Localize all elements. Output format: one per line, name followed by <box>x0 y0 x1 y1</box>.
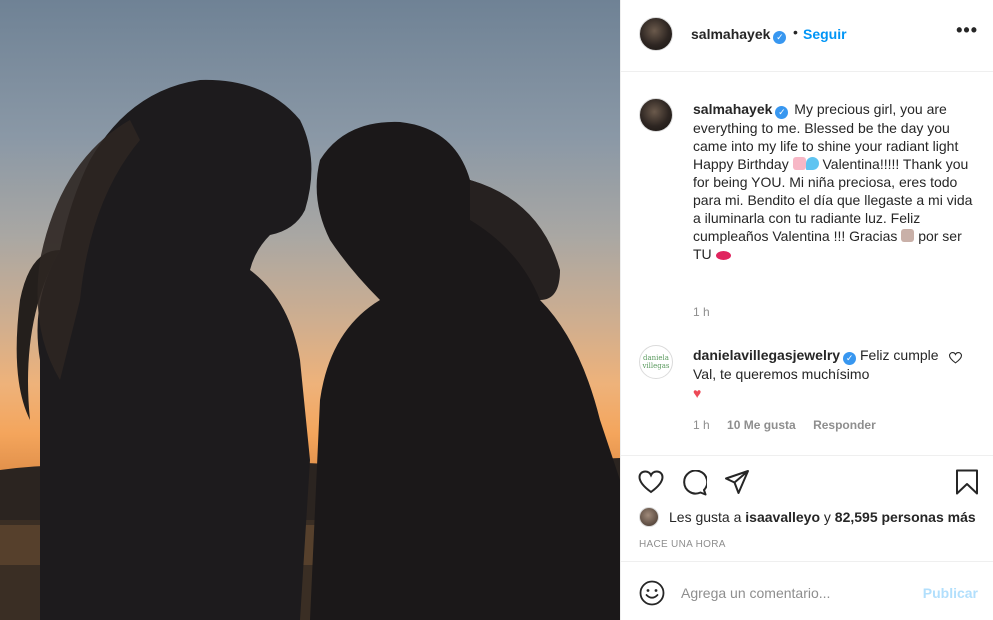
comment-meta: 1 h 10 Me gusta Responder <box>693 418 876 432</box>
reply-button[interactable]: Responder <box>813 418 876 432</box>
liker-username[interactable]: isaavalleyo <box>745 509 820 525</box>
balloon-emoji-icon <box>805 157 819 170</box>
commenter-username-text[interactable]: danielavillegasjewelry <box>693 347 840 363</box>
commenter-avatar-text: daniela villegas <box>642 354 670 370</box>
comment-bubble-icon[interactable] <box>681 470 707 496</box>
liker-avatar[interactable] <box>639 507 659 527</box>
publish-button[interactable]: Publicar <box>923 585 978 601</box>
caption-username[interactable]: salmahayek ✓ <box>693 101 789 119</box>
red-heart-emoji-icon: ♥ <box>693 385 702 401</box>
verified-badge-icon: ✓ <box>773 31 787 44</box>
likes-summary: Les gusta a isaavalleyo y 82,595 persona… <box>639 507 976 527</box>
paper-plane-icon[interactable] <box>724 469 750 495</box>
caption-text: salmahayek ✓ My precious girl, you are ev… <box>693 100 978 263</box>
post-side-panel: salmahayek ✓ • Seguir ••• salmahayek ✓ My … <box>620 0 993 620</box>
caption-username-text[interactable]: salmahayek <box>693 101 772 117</box>
likes-connector: y <box>823 509 831 525</box>
commenter-avatar[interactable]: daniela villegas <box>639 345 673 379</box>
caption-avatar[interactable] <box>639 98 673 132</box>
verified-badge-icon: ✓ <box>843 352 857 365</box>
posted-time[interactable]: HACE UNA HORA <box>639 539 726 550</box>
comment-text: danielavillegasjewelry ✓ Feliz cumple Val… <box>693 346 943 403</box>
bookmark-icon[interactable] <box>955 469 979 495</box>
more-options-icon[interactable]: ••• <box>956 20 978 41</box>
silhouette-photo <box>0 79 620 620</box>
emoji-smile-icon[interactable] <box>639 580 665 606</box>
comment-likes-count[interactable]: 10 Me gusta <box>727 418 796 432</box>
header-separator: • <box>793 24 798 40</box>
comment-time: 1 h <box>693 418 710 432</box>
birthday-cake-emoji-icon <box>792 157 806 170</box>
follow-button[interactable]: Seguir <box>803 26 847 42</box>
post-photo[interactable] <box>0 0 620 620</box>
author-username[interactable]: salmahayek ✓ <box>691 26 787 44</box>
comment-like-heart-icon[interactable] <box>949 352 962 364</box>
verified-badge-icon: ✓ <box>775 106 789 119</box>
author-username-text[interactable]: salmahayek <box>691 26 770 42</box>
author-avatar[interactable] <box>639 17 673 51</box>
likes-prefix: Les gusta a <box>669 509 742 525</box>
commenter-username[interactable]: danielavillegasjewelry ✓ <box>693 347 857 365</box>
hands-emoji-icon <box>901 229 915 242</box>
heart-outline-icon[interactable] <box>638 470 664 494</box>
caption-time: 1 h <box>693 305 710 319</box>
kiss-lips-emoji-icon <box>715 251 731 260</box>
comment-input[interactable] <box>681 582 911 604</box>
likes-count[interactable]: 82,595 personas más <box>835 509 976 525</box>
post-header: salmahayek ✓ • Seguir ••• <box>621 0 993 72</box>
add-comment-bar: Publicar <box>621 561 993 620</box>
